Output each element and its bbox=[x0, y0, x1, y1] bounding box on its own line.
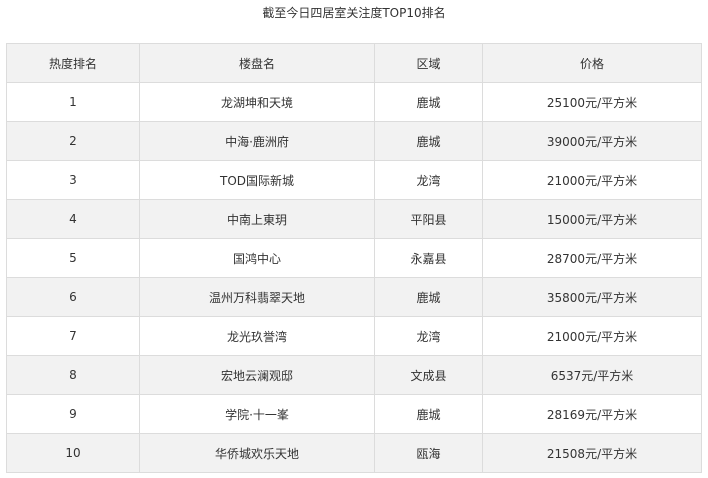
header-area: 区域 bbox=[374, 43, 483, 83]
cell-price: 28700元/平方米 bbox=[482, 238, 702, 278]
cell-name: 中海·鹿洲府 bbox=[139, 121, 375, 161]
cell-area: 平阳县 bbox=[374, 199, 483, 239]
cell-rank: 6 bbox=[6, 277, 140, 317]
cell-price: 21000元/平方米 bbox=[482, 316, 702, 356]
table-row: 6 温州万科翡翠天地 鹿城 35800元/平方米 bbox=[6, 277, 702, 317]
cell-price: 21000元/平方米 bbox=[482, 160, 702, 200]
cell-name: 华侨城欢乐天地 bbox=[139, 433, 375, 473]
page: 截至今日四居室关注度TOP10排名 热度排名 楼盘名 区域 价格 1 龙湖坤和天… bbox=[0, 0, 708, 478]
cell-area: 鹿城 bbox=[374, 82, 483, 122]
table-row: 3 TOD国际新城 龙湾 21000元/平方米 bbox=[6, 160, 702, 200]
table-row: 10 华侨城欢乐天地 瓯海 21508元/平方米 bbox=[6, 433, 702, 473]
cell-name: 中南上東玥 bbox=[139, 199, 375, 239]
cell-area: 瓯海 bbox=[374, 433, 483, 473]
ranking-table: 热度排名 楼盘名 区域 价格 1 龙湖坤和天境 鹿城 25100元/平方米 2 … bbox=[6, 43, 702, 473]
cell-name: 龙湖坤和天境 bbox=[139, 82, 375, 122]
cell-area: 鹿城 bbox=[374, 277, 483, 317]
cell-rank: 9 bbox=[6, 394, 140, 434]
cell-rank: 5 bbox=[6, 238, 140, 278]
cell-rank: 10 bbox=[6, 433, 140, 473]
header-price: 价格 bbox=[482, 43, 702, 83]
cell-price: 35800元/平方米 bbox=[482, 277, 702, 317]
table-row: 1 龙湖坤和天境 鹿城 25100元/平方米 bbox=[6, 82, 702, 122]
table-row: 2 中海·鹿洲府 鹿城 39000元/平方米 bbox=[6, 121, 702, 161]
cell-price: 25100元/平方米 bbox=[482, 82, 702, 122]
header-name: 楼盘名 bbox=[139, 43, 375, 83]
cell-name: 温州万科翡翠天地 bbox=[139, 277, 375, 317]
table-row: 5 国鸿中心 永嘉县 28700元/平方米 bbox=[6, 238, 702, 278]
cell-area: 鹿城 bbox=[374, 394, 483, 434]
page-title: 截至今日四居室关注度TOP10排名 bbox=[262, 6, 446, 20]
cell-area: 龙湾 bbox=[374, 160, 483, 200]
cell-rank: 2 bbox=[6, 121, 140, 161]
cell-area: 龙湾 bbox=[374, 316, 483, 356]
cell-price: 28169元/平方米 bbox=[482, 394, 702, 434]
cell-rank: 3 bbox=[6, 160, 140, 200]
table-row: 4 中南上東玥 平阳县 15000元/平方米 bbox=[6, 199, 702, 239]
cell-price: 39000元/平方米 bbox=[482, 121, 702, 161]
header-rank: 热度排名 bbox=[6, 43, 140, 83]
cell-name: 国鸿中心 bbox=[139, 238, 375, 278]
cell-price: 15000元/平方米 bbox=[482, 199, 702, 239]
cell-rank: 7 bbox=[6, 316, 140, 356]
cell-name: TOD国际新城 bbox=[139, 160, 375, 200]
table-row: 7 龙光玖誉湾 龙湾 21000元/平方米 bbox=[6, 316, 702, 356]
cell-rank: 1 bbox=[6, 82, 140, 122]
table-header-row: 热度排名 楼盘名 区域 价格 bbox=[6, 43, 702, 83]
table-row: 9 学院·十一峯 鹿城 28169元/平方米 bbox=[6, 394, 702, 434]
cell-price: 21508元/平方米 bbox=[482, 433, 702, 473]
cell-area: 鹿城 bbox=[374, 121, 483, 161]
cell-price: 6537元/平方米 bbox=[482, 355, 702, 395]
table-row: 8 宏地云澜观邸 文成县 6537元/平方米 bbox=[6, 355, 702, 395]
cell-name: 学院·十一峯 bbox=[139, 394, 375, 434]
cell-name: 宏地云澜观邸 bbox=[139, 355, 375, 395]
cell-name: 龙光玖誉湾 bbox=[139, 316, 375, 356]
cell-rank: 8 bbox=[6, 355, 140, 395]
cell-rank: 4 bbox=[6, 199, 140, 239]
cell-area: 文成县 bbox=[374, 355, 483, 395]
cell-area: 永嘉县 bbox=[374, 238, 483, 278]
